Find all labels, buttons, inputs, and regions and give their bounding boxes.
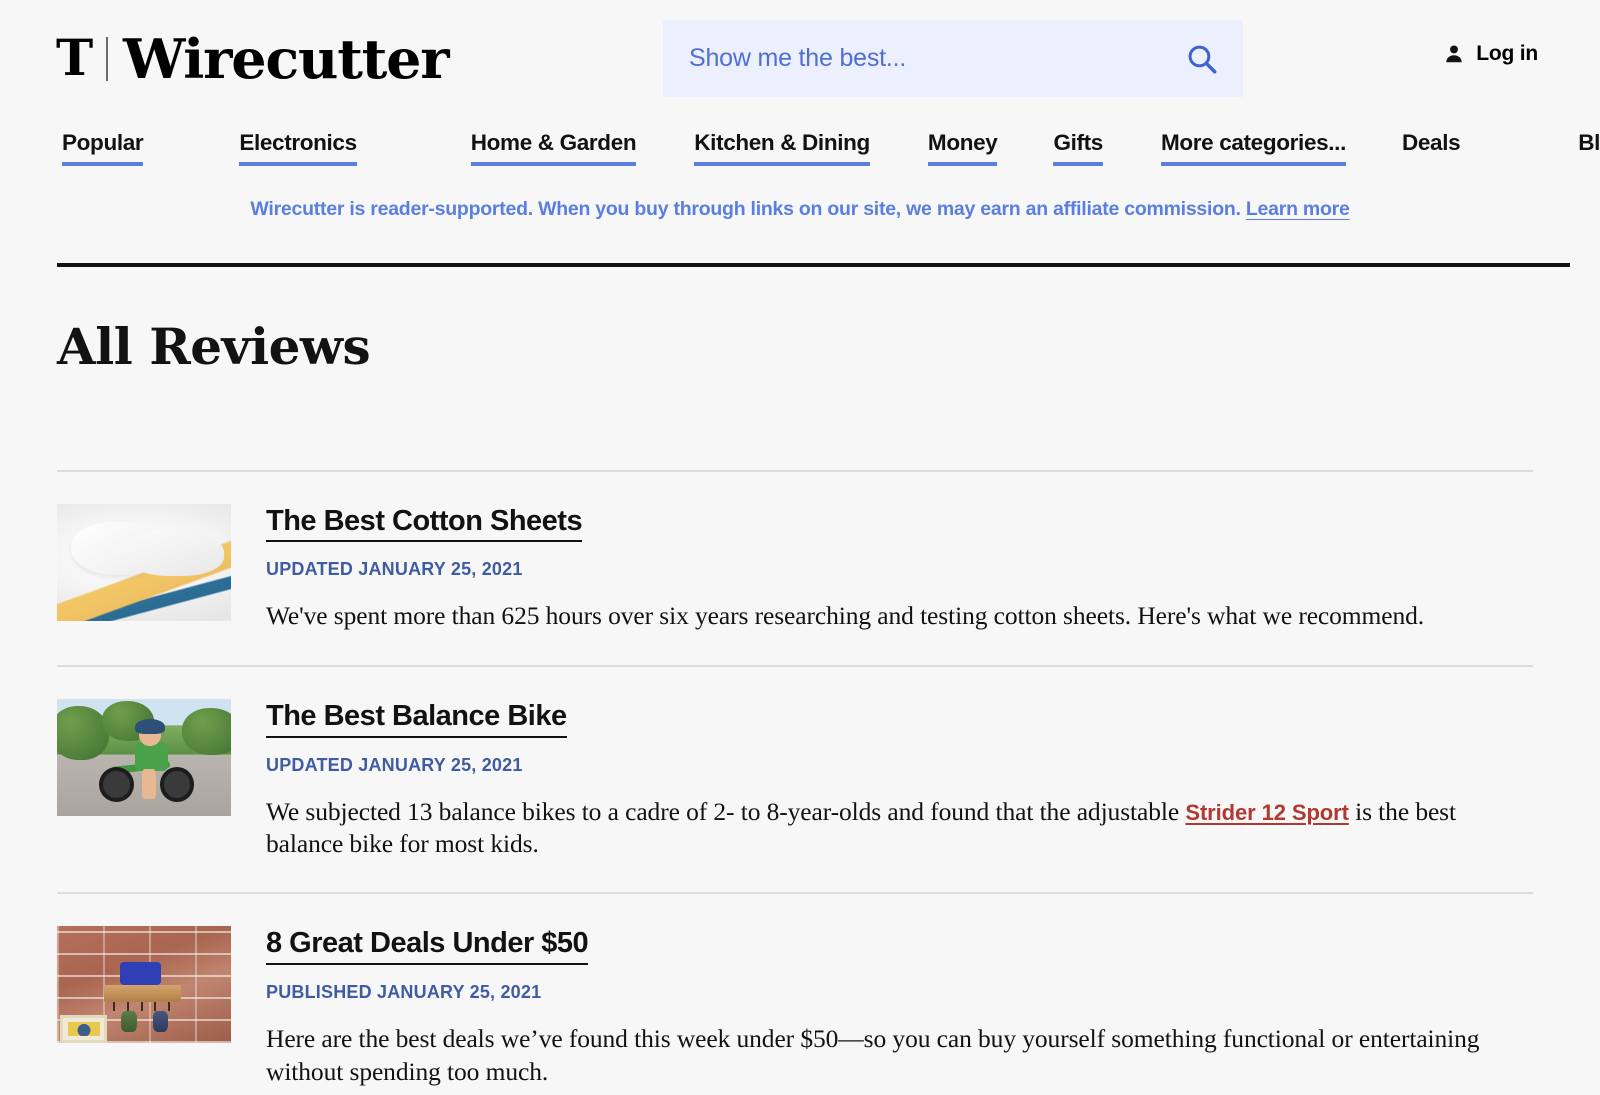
thumbnail-cell[interactable] xyxy=(57,503,266,633)
article-description: Here are the best deals we’ve found this… xyxy=(266,1023,1524,1088)
article-thumbnail-image[interactable] xyxy=(57,698,231,816)
review-list-item[interactable]: The Best Cotton Sheets UPDATED JANUARY 25… xyxy=(57,472,1544,665)
search-button[interactable] xyxy=(1183,42,1221,76)
page-title: All Reviews xyxy=(57,316,371,376)
login-label: Log in xyxy=(1476,42,1538,65)
article-title-link[interactable]: The Best Cotton Sheets xyxy=(266,505,583,543)
search-input[interactable] xyxy=(687,43,1183,74)
site-header: T Wirecutter Log in xyxy=(0,0,1600,118)
article-thumbnail-image[interactable] xyxy=(57,926,231,1044)
article-content: The Best Cotton Sheets UPDATED JANUARY 25… xyxy=(266,504,1544,633)
brand-wordmark: Wirecutter xyxy=(123,27,450,91)
review-list: The Best Cotton Sheets UPDATED JANUARY 25… xyxy=(0,469,1600,1095)
login-button[interactable]: Log in xyxy=(1443,42,1538,66)
article-thumbnail-image[interactable] xyxy=(57,503,231,621)
title-rule-wrap xyxy=(0,221,1600,267)
nav-item-kitchen-dining[interactable]: Kitchen & Dining xyxy=(694,130,870,166)
search-icon xyxy=(1188,45,1217,73)
nav-item-money[interactable]: Money xyxy=(927,130,998,166)
search-bar[interactable] xyxy=(663,20,1243,97)
nav-item-gifts[interactable]: Gifts xyxy=(1053,130,1103,166)
article-content: The Best Balance Bike UPDATED JANUARY 25,… xyxy=(266,699,1544,861)
description-text-before: Here are the best deals we’ve found this… xyxy=(266,1024,1480,1086)
article-title-link[interactable]: The Best Balance Bike xyxy=(266,700,567,738)
article-date: UPDATED JANUARY 25, 2021 xyxy=(266,754,523,775)
section-rule xyxy=(57,263,1570,267)
nav-item-home-garden[interactable]: Home & Garden xyxy=(470,130,637,166)
article-date: UPDATED JANUARY 25, 2021 xyxy=(266,559,523,580)
nav-item-blog[interactable]: Blog xyxy=(1578,130,1600,166)
article-date: PUBLISHED JANUARY 25, 2021 xyxy=(266,982,542,1003)
product-link[interactable]: Strider 12 Sport xyxy=(1185,800,1349,825)
person-icon xyxy=(1446,45,1462,63)
description-text-before: We've spent more than 625 hours over six… xyxy=(266,601,1425,631)
description-text-before: We subjected 13 balance bikes to a cadre… xyxy=(266,796,1186,826)
wirecutter-page: T Wirecutter Log in Popular Electronics Ho… xyxy=(0,0,1600,1095)
category-nav: Popular Electronics Home & Garden Kitchen &… xyxy=(0,118,1600,180)
nav-item-deals[interactable]: Deals xyxy=(1402,130,1461,166)
nav-item-popular[interactable]: Popular xyxy=(62,130,144,166)
nav-item-more-categories[interactable]: More categories... xyxy=(1160,130,1346,166)
learn-more-link[interactable]: Learn more xyxy=(1246,198,1350,220)
site-logo[interactable]: T Wirecutter xyxy=(56,28,450,87)
thumbnail-cell[interactable] xyxy=(57,926,266,1088)
article-title-link[interactable]: 8 Great Deals Under $50 xyxy=(266,928,589,966)
article-content: 8 Great Deals Under $50 PUBLISHED JANUARY… xyxy=(266,926,1544,1088)
nyt-t-logo-icon: T xyxy=(56,28,93,87)
nav-item-electronics[interactable]: Electronics xyxy=(239,130,358,166)
review-list-item[interactable]: 8 Great Deals Under $50 PUBLISHED JANUARY… xyxy=(57,894,1544,1095)
disclosure-text: Wirecutter is reader-supported. When you… xyxy=(250,198,1241,220)
article-description: We subjected 13 balance bikes to a cadre… xyxy=(266,796,1524,861)
affiliate-disclosure: Wirecutter is reader-supported. When you… xyxy=(0,180,1600,221)
review-list-item[interactable]: The Best Balance Bike UPDATED JANUARY 25,… xyxy=(57,667,1544,893)
article-description: We've spent more than 625 hours over six… xyxy=(266,600,1524,632)
logo-divider xyxy=(106,37,109,81)
thumbnail-cell[interactable] xyxy=(57,698,266,861)
